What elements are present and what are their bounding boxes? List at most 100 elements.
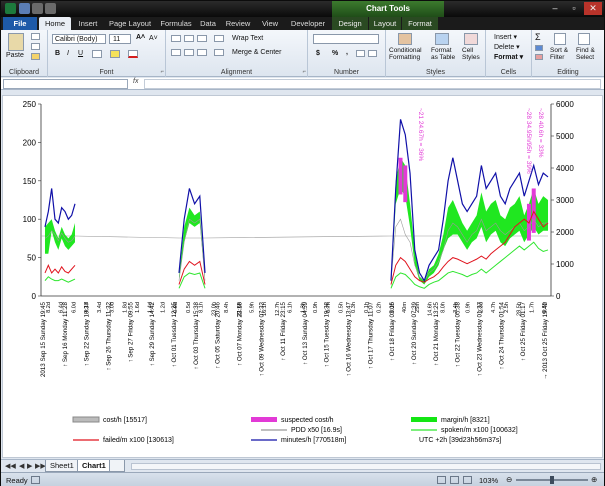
prev-sheet-icon[interactable]: ◀ xyxy=(19,462,24,470)
alignment-launcher-icon[interactable]: ⌐ xyxy=(302,69,306,75)
font-name-select[interactable]: Calibri (Body) xyxy=(52,34,106,44)
next-sheet-icon[interactable]: ▶ xyxy=(27,462,32,470)
fill-color-icon[interactable] xyxy=(110,50,120,58)
cut-icon[interactable] xyxy=(31,33,40,40)
x-sub-label: 1.4d xyxy=(148,302,154,313)
orientation-icon[interactable] xyxy=(214,35,224,42)
font-launcher-icon[interactable]: ⌐ xyxy=(160,69,164,75)
align-right-icon[interactable] xyxy=(197,49,207,56)
x-sub-label: 0.1h xyxy=(389,302,395,313)
fill-icon[interactable] xyxy=(535,45,543,51)
align-middle-icon[interactable] xyxy=(184,35,194,42)
format-as-table-icon[interactable] xyxy=(435,33,449,45)
autosum-button[interactable]: Σ xyxy=(535,32,541,42)
y-left-tick-label: 50 xyxy=(27,254,36,263)
merge-center-button[interactable]: Merge & Center xyxy=(232,49,281,56)
y-right-tick-label: 6000 xyxy=(556,100,574,109)
tab-developer[interactable]: Developer xyxy=(286,17,330,30)
cell-styles-icon[interactable] xyxy=(464,33,478,45)
conditional-formatting-button[interactable]: Conditional Formatting xyxy=(389,47,422,61)
redo-icon[interactable] xyxy=(45,3,56,14)
shrink-font-icon[interactable]: A˅ xyxy=(149,35,158,42)
align-bottom-icon[interactable] xyxy=(197,35,207,42)
borders-icon[interactable] xyxy=(92,50,102,58)
wrap-text-button[interactable]: Wrap Text xyxy=(232,35,263,42)
grow-font-icon[interactable]: A˄ xyxy=(136,34,145,41)
maximize-button[interactable]: ▫ xyxy=(565,2,583,15)
tab-page-layout[interactable]: Page Layout xyxy=(105,17,155,30)
align-center-icon[interactable] xyxy=(184,49,194,56)
tab-data[interactable]: Data xyxy=(197,17,219,30)
tab-formulas[interactable]: Formulas xyxy=(157,17,195,30)
format-painter-icon[interactable] xyxy=(31,53,40,60)
italic-button[interactable]: I xyxy=(67,50,69,57)
fx-icon[interactable]: fx xyxy=(133,78,138,85)
underline-button[interactable]: U xyxy=(78,50,83,57)
x-sub-label: 23.0h xyxy=(211,302,217,316)
format-cells-button[interactable]: Format ▾ xyxy=(494,53,523,61)
paste-button[interactable]: Paste xyxy=(6,52,24,59)
sheet-tab-sheet1[interactable]: Sheet1 xyxy=(45,460,79,472)
font-label: Font xyxy=(99,69,114,76)
page-break-view-icon[interactable] xyxy=(463,476,472,484)
tab-file[interactable]: File xyxy=(3,17,37,30)
paste-icon[interactable] xyxy=(8,33,24,51)
tab-view[interactable]: View xyxy=(258,17,282,30)
formula-input[interactable] xyxy=(144,79,601,89)
sort-filter-button[interactable]: Sort & Filter xyxy=(550,47,568,61)
tab-layout[interactable]: Layout xyxy=(369,17,401,30)
undo-icon[interactable] xyxy=(32,3,43,14)
close-button[interactable]: ✕ xyxy=(584,2,602,15)
indent-icon[interactable] xyxy=(214,49,224,56)
zoom-level[interactable]: 103% xyxy=(479,476,498,485)
insert-cells-button[interactable]: Insert ▾ xyxy=(494,33,517,41)
page-layout-view-icon[interactable] xyxy=(450,476,459,484)
number-format-select[interactable] xyxy=(313,34,379,44)
new-sheet-icon[interactable] xyxy=(109,460,125,472)
sheet-tab-chart1[interactable]: Chart1 xyxy=(77,460,111,472)
annotation-label: ~21 24.67h = 36% xyxy=(417,108,424,161)
currency-button[interactable]: $ xyxy=(316,50,320,57)
y-left-tick-label: 0 xyxy=(32,292,37,301)
x-sub-label: 0.2h xyxy=(377,302,383,313)
bold-button[interactable]: B xyxy=(55,50,60,57)
tab-design[interactable]: Design xyxy=(332,17,368,30)
chart-area[interactable]: 0 50 100 150 200 250 0 1000 2000 3000 4000 5000 6000… xyxy=(2,95,603,458)
comma-button[interactable]: , xyxy=(346,49,348,56)
sort-filter-icon[interactable] xyxy=(554,33,566,45)
save-icon[interactable] xyxy=(19,3,30,14)
x-tick-label: ↑ Oct 11 Friday 23:15 xyxy=(280,301,287,360)
font-color-icon[interactable] xyxy=(128,50,138,58)
zoom-out-icon[interactable]: ⊖ xyxy=(506,475,512,484)
group-editing: Σ Sort & Filter Find & Select Editing xyxy=(532,30,604,77)
format-as-table-button[interactable]: Format as Table xyxy=(431,47,455,61)
copy-icon[interactable] xyxy=(31,43,40,50)
first-sheet-icon[interactable]: ◀◀ xyxy=(5,462,16,470)
delete-cells-button[interactable]: Delete ▾ xyxy=(494,43,520,51)
decrease-decimal-icon[interactable] xyxy=(368,50,377,57)
percent-button[interactable]: % xyxy=(332,50,338,57)
find-select-button[interactable]: Find & Select xyxy=(576,47,595,61)
y-left-tick-label: 200 xyxy=(23,138,37,147)
align-top-icon[interactable] xyxy=(171,35,181,42)
conditional-formatting-icon[interactable] xyxy=(398,33,412,45)
help-icon[interactable] xyxy=(558,19,598,28)
macro-record-icon[interactable] xyxy=(31,476,40,484)
minimize-button[interactable]: – xyxy=(546,2,564,15)
tab-home[interactable]: Home xyxy=(39,17,71,30)
name-box[interactable] xyxy=(3,79,128,89)
tab-review[interactable]: Review xyxy=(223,17,253,30)
cell-styles-button[interactable]: Cell Styles xyxy=(462,47,480,61)
zoom-in-icon[interactable]: ⊕ xyxy=(591,475,597,484)
tab-format[interactable]: Format xyxy=(402,17,438,30)
horizontal-scrollbar[interactable] xyxy=(131,463,601,470)
align-left-icon[interactable] xyxy=(171,49,181,56)
font-size-select[interactable]: 11 xyxy=(109,34,131,44)
increase-decimal-icon[interactable] xyxy=(356,50,365,57)
normal-view-icon[interactable] xyxy=(437,476,446,484)
y-left-tick-label: 150 xyxy=(23,177,37,186)
zoom-slider-thumb[interactable] xyxy=(550,476,554,484)
clear-icon[interactable] xyxy=(535,54,543,60)
find-select-icon[interactable] xyxy=(578,33,590,45)
tab-insert[interactable]: Insert xyxy=(73,17,103,30)
